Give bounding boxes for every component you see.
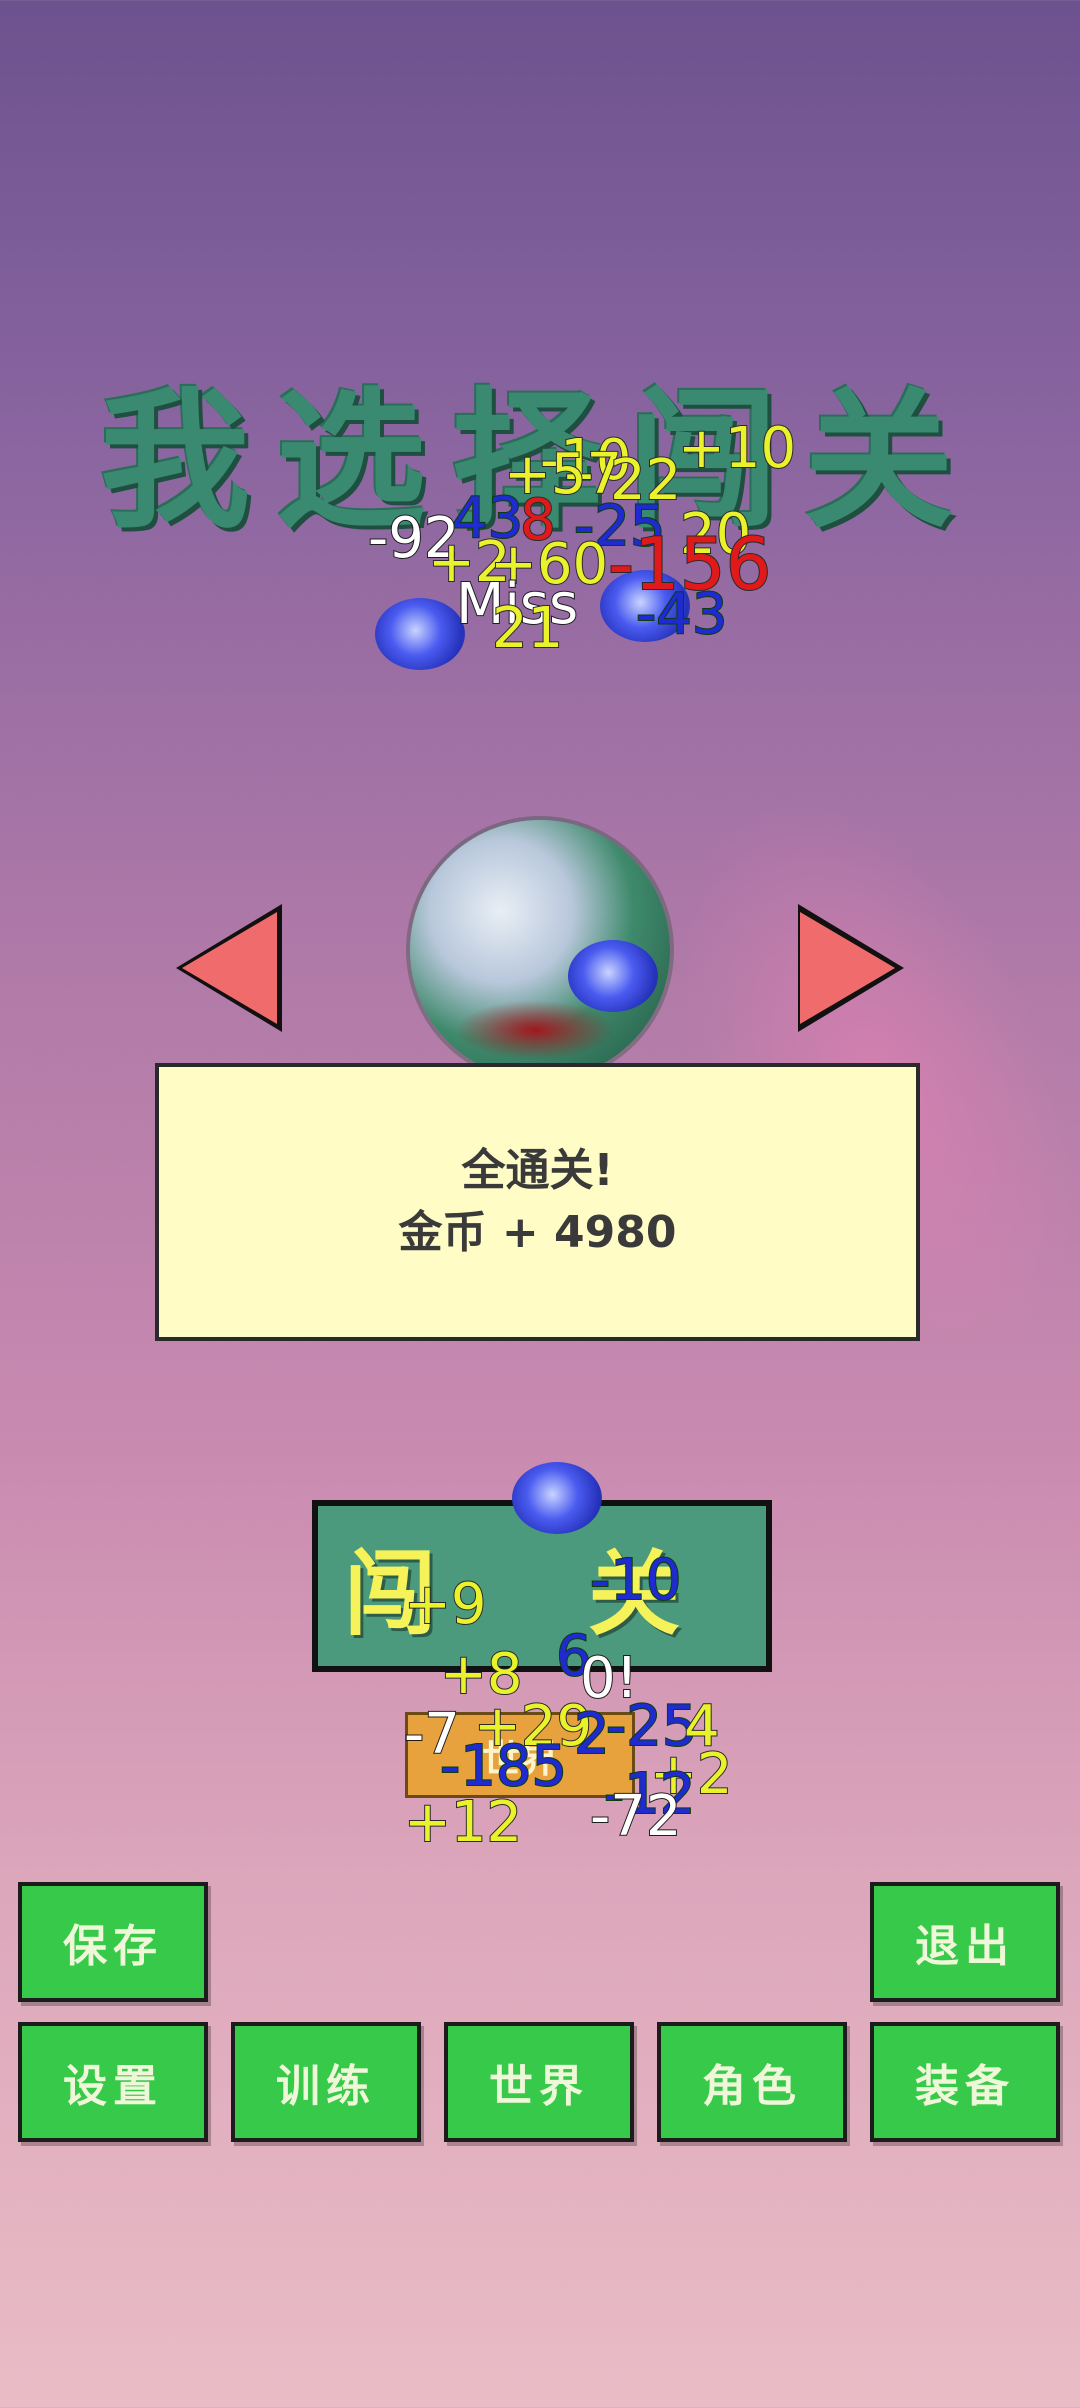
damage-number: +10 <box>677 415 797 482</box>
damage-number: -72 <box>589 1783 682 1850</box>
blood-splatter <box>455 1000 615 1060</box>
blue-monster <box>375 598 465 670</box>
character-button[interactable]: 角色 <box>657 2022 847 2142</box>
stage-status-text: 全通关! <box>461 1145 614 1196</box>
blue-monster <box>512 1462 602 1534</box>
damage-number: +9 <box>403 1571 488 1638</box>
previous-stage-arrow-icon[interactable] <box>182 912 277 1024</box>
save-button[interactable]: 保存 <box>18 1882 208 2002</box>
damage-number: -10 <box>589 1547 682 1614</box>
world-menu-button[interactable]: 世界 <box>444 2022 634 2142</box>
stage-info-panel: 全通关! 金币 + 4980 <box>155 1063 920 1341</box>
next-stage-arrow-icon[interactable] <box>800 912 895 1024</box>
settings-button[interactable]: 设置 <box>18 2022 208 2142</box>
training-button[interactable]: 训练 <box>231 2022 421 2142</box>
damage-number: -43 <box>635 581 728 648</box>
equipment-button[interactable]: 装备 <box>870 2022 1060 2142</box>
damage-number: 21 <box>491 595 564 662</box>
exit-button[interactable]: 退出 <box>870 1882 1060 2002</box>
damage-number: 2 <box>573 1701 611 1768</box>
gold-reward-text: 金币 + 4980 <box>398 1207 677 1258</box>
blue-monster <box>568 940 658 1012</box>
damage-number: +12 <box>403 1789 523 1856</box>
